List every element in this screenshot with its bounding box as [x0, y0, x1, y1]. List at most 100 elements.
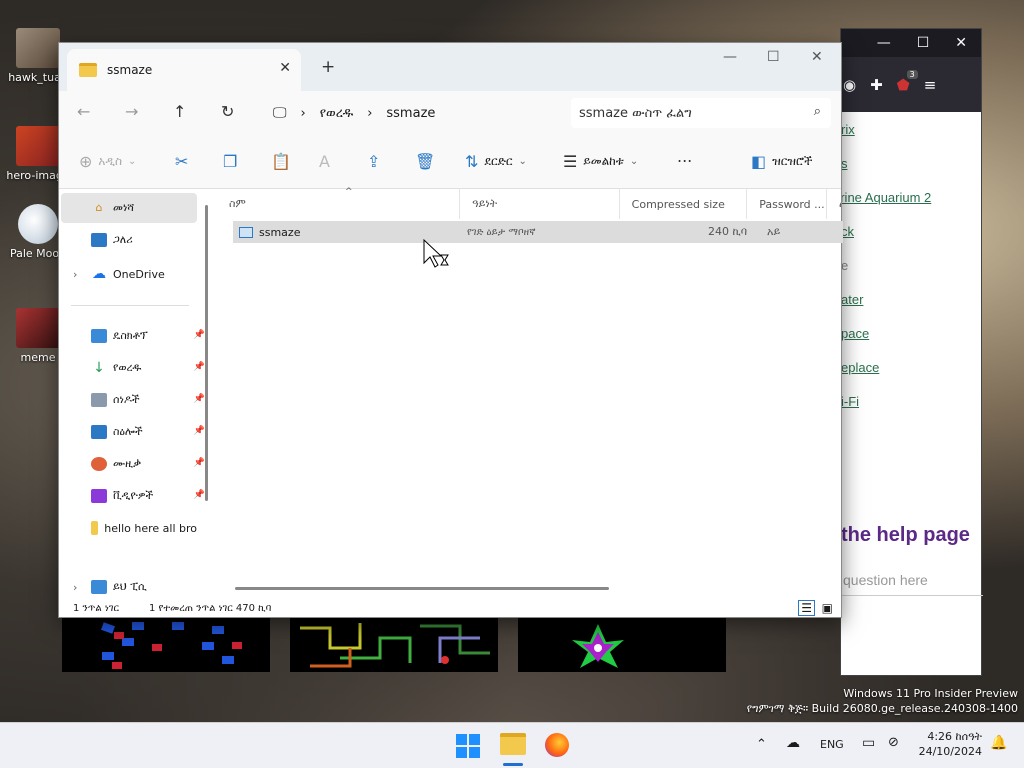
- maze-thumbnail[interactable]: [290, 618, 498, 672]
- new-button[interactable]: ⊕ አዲስ ⌄: [79, 152, 136, 171]
- paste-icon[interactable]: 📋: [271, 152, 291, 171]
- column-header-type[interactable]: ዓይነት: [460, 189, 620, 219]
- back-arrow-icon[interactable]: ←: [77, 102, 90, 121]
- breadcrumb-item[interactable]: ssmaze: [386, 106, 435, 121]
- start-logo-pane: [469, 747, 480, 758]
- sidebar-item-gallery[interactable]: ጋለሪ: [61, 225, 197, 255]
- maximize-icon[interactable]: ☐: [767, 49, 780, 65]
- sidebar-scrollbar[interactable]: [205, 205, 208, 501]
- share-icon[interactable]: ⇪: [367, 152, 380, 171]
- sidebar-item-onedrive[interactable]: › ☁ OneDrive: [61, 259, 197, 289]
- pin-icon[interactable]: 📌: [194, 362, 205, 372]
- pin-icon[interactable]: 📌: [194, 490, 205, 500]
- sidebar-item-label: ዴስክቶፕ: [113, 329, 148, 342]
- language-indicator[interactable]: ENG: [820, 738, 844, 751]
- new-label: አዲስ: [98, 154, 122, 168]
- sort-button[interactable]: ⇅ ደርድር ⌄: [465, 152, 527, 171]
- details-pane-button[interactable]: ◧ ዝርዝሮች: [751, 152, 812, 171]
- page-link[interactable]: pace: [841, 326, 869, 341]
- close-icon[interactable]: ✕: [955, 35, 967, 51]
- close-icon[interactable]: ✕: [811, 49, 823, 65]
- close-tab-icon[interactable]: ✕: [279, 60, 291, 76]
- tab-ssmaze[interactable]: ssmaze ✕: [67, 49, 301, 91]
- page-link[interactable]: e: [841, 258, 848, 273]
- firefox-icon[interactable]: [545, 733, 569, 757]
- breadcrumb-item[interactable]: የወረዱ: [320, 106, 353, 121]
- windows-watermark: Windows 11 Pro Insider Preview የግምገማ ቅጅ።…: [747, 686, 1018, 716]
- pin-icon[interactable]: 📌: [194, 426, 205, 436]
- explorer-body: ⌂ መነሻ ጋለሪ › ☁ OneDrive ዴስክቶፕ 📌 ↓ የወረዱ 📌 …: [59, 187, 843, 599]
- star-thumbnail[interactable]: [518, 618, 726, 672]
- divider: [71, 305, 189, 306]
- network-offline-icon[interactable]: ☁: [786, 735, 800, 751]
- new-tab-button[interactable]: +: [321, 57, 335, 77]
- screensaver-thumbnail[interactable]: [62, 618, 270, 672]
- desktop-icon-label: meme: [20, 351, 56, 364]
- search-icon: ⌕: [813, 104, 821, 119]
- horizontal-scrollbar[interactable]: [235, 587, 609, 590]
- up-arrow-icon[interactable]: ↑: [173, 102, 186, 121]
- file-explorer-window[interactable]: ssmaze ✕ + — ☐ ✕ ← → ↑ ↻ 🖵 › የወረዱ › ssma…: [58, 42, 843, 618]
- column-header-name[interactable]: ስም ^: [217, 187, 461, 219]
- sidebar-item-this-pc[interactable]: › ይህ ፒሲ: [61, 579, 197, 595]
- view-button[interactable]: ☰ ይመልከቱ ⌄: [563, 152, 638, 171]
- sidebar-item-music[interactable]: ሙዚቃ 📌: [61, 449, 205, 479]
- sidebar-item-documents[interactable]: ሰነዶች 📌: [61, 385, 205, 415]
- chevron-right-icon: ›: [300, 105, 306, 121]
- ublock-icon[interactable]: ⬟ 3: [897, 69, 918, 94]
- desktop-icon: [91, 329, 107, 343]
- chevron-right-icon: ›: [73, 267, 78, 281]
- column-label: ለ: [839, 197, 841, 211]
- menu-icon[interactable]: ≡: [924, 76, 937, 94]
- more-options-button[interactable]: ...: [677, 147, 692, 166]
- chevron-up-icon[interactable]: ⌃: [756, 737, 767, 752]
- account-icon[interactable]: ◉: [843, 76, 856, 94]
- pin-icon[interactable]: 📌: [194, 330, 205, 340]
- rename-icon[interactable]: A: [319, 152, 330, 171]
- cut-icon[interactable]: ✂: [175, 152, 188, 171]
- page-link[interactable]: arine Aquarium 2: [833, 190, 931, 205]
- notification-bell-icon[interactable]: 🔔: [990, 735, 1007, 751]
- firefox-window[interactable]: — ☐ ✕ ◉ ✚ ⬟ 3 ≡ rix s arine Aquarium 2 ck…: [833, 28, 983, 676]
- column-headers: ስም ^ ዓይነት Compressed size Password ... ለ: [217, 187, 841, 219]
- breadcrumb[interactable]: 🖵 › የወረዱ › ssmaze: [263, 98, 563, 128]
- column-header-password[interactable]: Password ...: [747, 189, 828, 219]
- pin-icon[interactable]: 📌: [194, 394, 205, 404]
- folder-icon: [79, 63, 97, 77]
- sidebar-item-pictures[interactable]: ስዕሎች 📌: [61, 417, 205, 447]
- page-link[interactable]: ater: [841, 292, 863, 307]
- copy-icon[interactable]: ❐: [223, 152, 237, 171]
- pin-icon[interactable]: 📌: [194, 458, 205, 468]
- column-header-extra[interactable]: ለ: [827, 189, 841, 219]
- extensions-icon[interactable]: ✚: [870, 76, 883, 94]
- column-header-compressed-size[interactable]: Compressed size: [620, 189, 748, 219]
- clock[interactable]: 4:26 ከሰዓት 24/10/2024: [918, 729, 982, 759]
- minimize-icon[interactable]: —: [877, 35, 891, 51]
- volume-muted-icon[interactable]: ⊘: [888, 735, 899, 750]
- sort-label: ደርድር: [484, 154, 513, 168]
- page-link[interactable]: eplace: [841, 360, 879, 375]
- display-icon[interactable]: ▭: [862, 735, 875, 751]
- page-link[interactable]: i-Fi: [841, 394, 859, 409]
- search-input[interactable]: ssmaze ውስጥ ፈልግ ⌕: [571, 98, 831, 128]
- file-size: 240 ኪባ: [707, 225, 747, 238]
- forward-arrow-icon[interactable]: →: [125, 102, 138, 121]
- sidebar-item-hello-folder[interactable]: hello here all bro: [61, 513, 197, 543]
- table-row[interactable]: ssmaze የገድ ዕይታ ማቦዘኛ 240 ኪባ አይ: [233, 221, 843, 243]
- sidebar-item-videos[interactable]: ቪዲዮዎች 📌: [61, 481, 205, 511]
- refresh-icon[interactable]: ↻: [221, 102, 234, 121]
- page-link[interactable]: rix: [841, 122, 855, 137]
- maximize-icon[interactable]: ☐: [917, 35, 930, 51]
- folder-icon: [91, 521, 99, 535]
- plus-circle-icon: ⊕: [79, 152, 93, 171]
- question-input[interactable]: question here: [841, 564, 983, 596]
- sidebar-item-downloads[interactable]: ↓ የወረዱ 📌: [61, 353, 205, 383]
- sidebar-item-home[interactable]: ⌂ መነሻ: [61, 193, 197, 223]
- start-button[interactable]: [456, 734, 480, 758]
- delete-icon[interactable]: 🗑: [415, 152, 435, 171]
- file-explorer-taskbar-icon[interactable]: [500, 733, 526, 755]
- minimize-icon[interactable]: —: [723, 49, 737, 65]
- tiles-view-icon[interactable]: ▣: [822, 601, 833, 615]
- details-view-icon[interactable]: ☰: [798, 600, 815, 616]
- sidebar-item-desktop[interactable]: ዴስክቶፕ 📌: [61, 321, 205, 351]
